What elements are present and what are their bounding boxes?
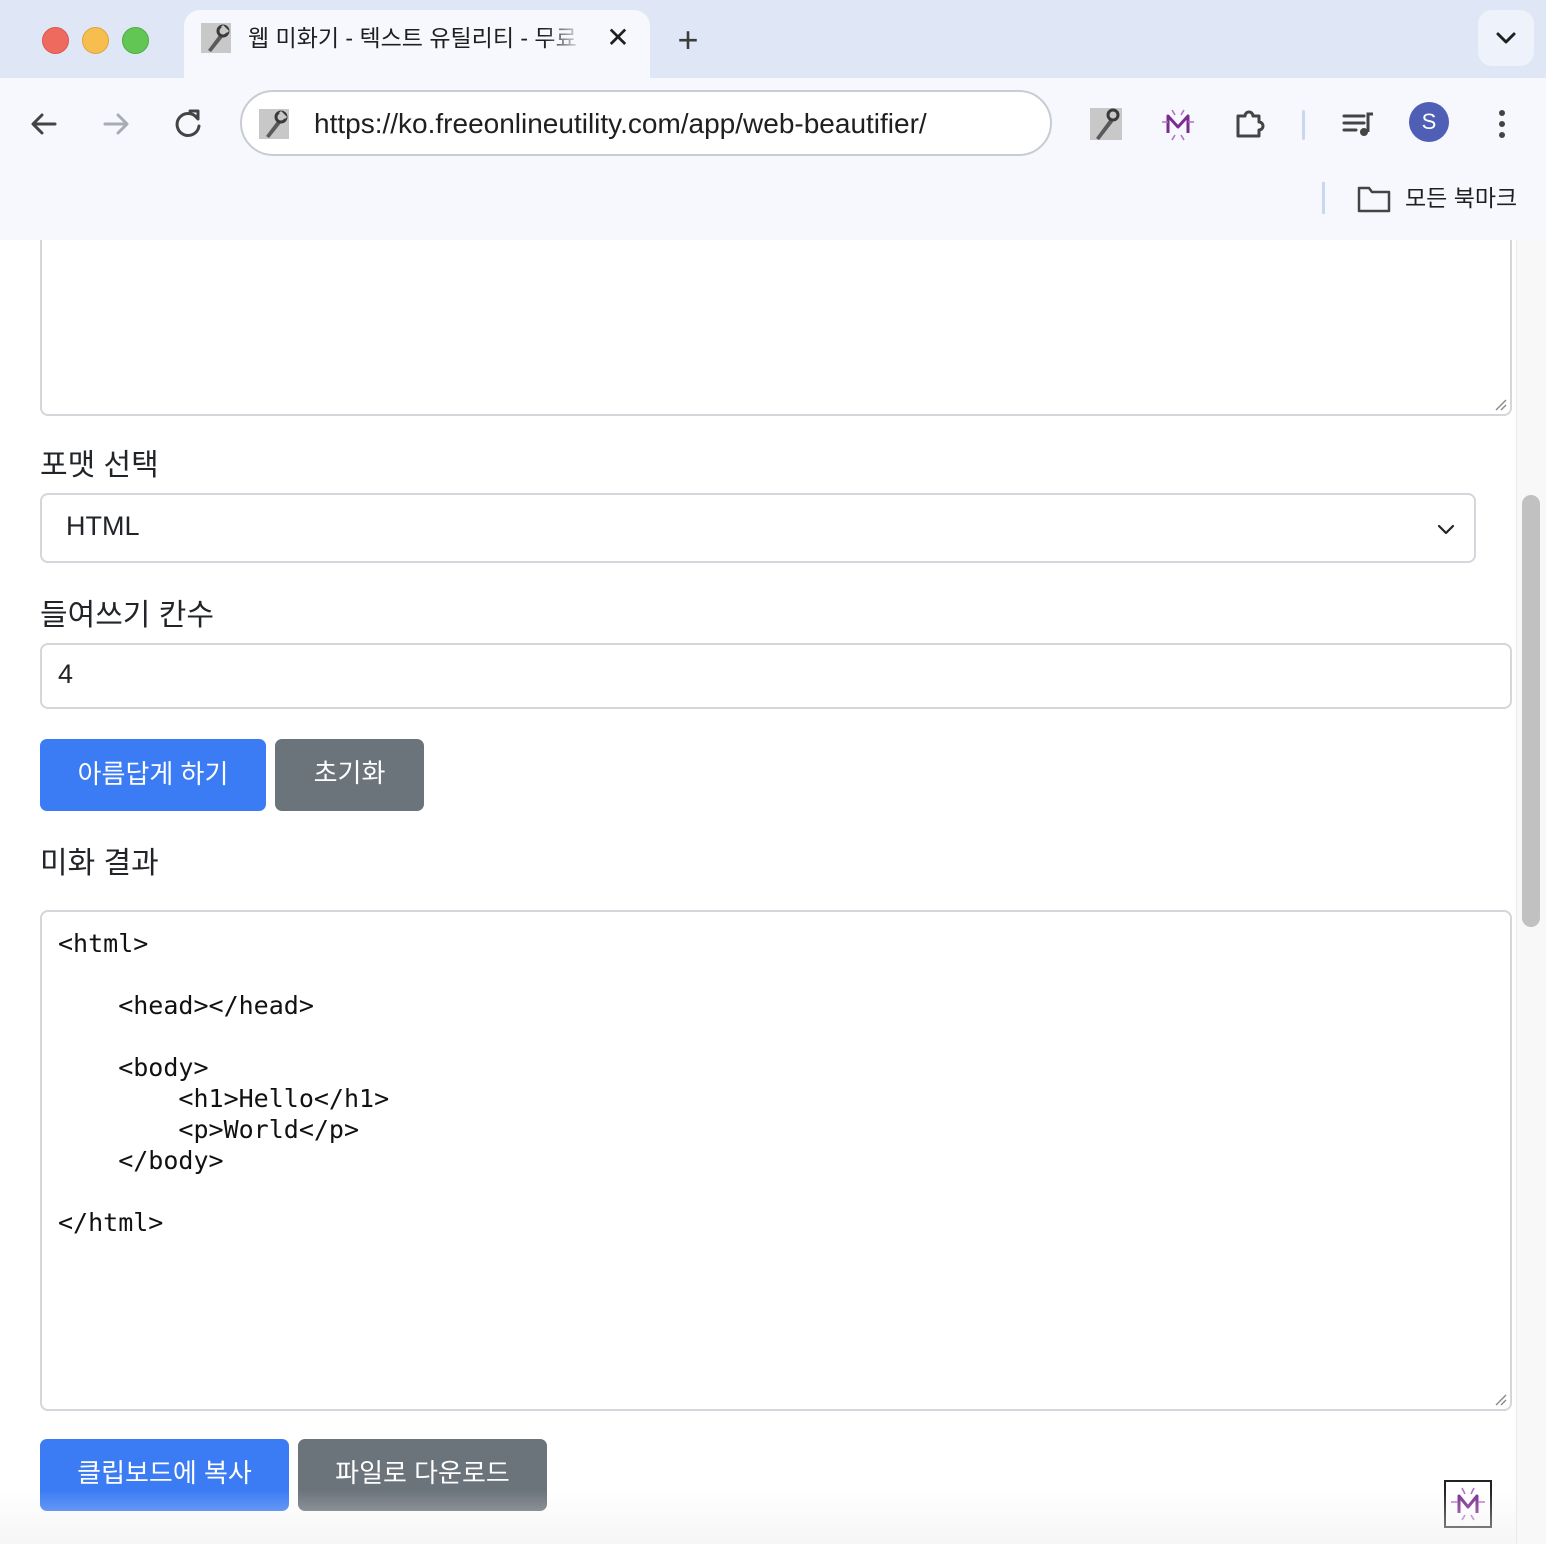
window-close-button[interactable]	[42, 27, 69, 54]
puzzle-extensions-icon[interactable]	[1228, 102, 1272, 146]
page-content: 포맷 선택 HTML 들여쓰기 칸수 4 아름답게 하기 초기화 미화 결과 <…	[0, 240, 1516, 1544]
resize-grip-icon[interactable]	[1493, 397, 1507, 411]
result-textarea[interactable]: <html> <head></head> <body> <h1>Hello</h…	[40, 910, 1512, 1411]
back-arrow-icon[interactable]	[22, 102, 66, 146]
address-url: https://ko.freeonlineutility.com/app/web…	[314, 108, 927, 139]
address-bar[interactable]: https://ko.freeonlineutility.com/app/web…	[240, 90, 1052, 156]
indent-input[interactable]: 4	[40, 643, 1512, 709]
reload-icon[interactable]	[166, 102, 210, 146]
scrollbar-thumb[interactable]	[1522, 495, 1540, 927]
browser-toolbar: https://ko.freeonlineutility.com/app/web…	[0, 78, 1546, 170]
format-label: 포맷 선택	[40, 449, 159, 482]
close-icon[interactable]: ✕	[602, 22, 634, 54]
bookmarks-separator	[1322, 182, 1325, 214]
chevron-down-icon	[1496, 32, 1516, 44]
format-select[interactable]: HTML	[40, 493, 1476, 563]
m-extension-icon[interactable]	[1156, 102, 1200, 146]
resize-grip-icon[interactable]	[1493, 1392, 1507, 1406]
copy-clipboard-button[interactable]: 클립보드에 복사	[40, 1439, 289, 1511]
source-textarea[interactable]	[40, 240, 1512, 416]
window-zoom-button[interactable]	[122, 27, 149, 54]
tab-active[interactable]: 웹 미화기 - 텍스트 유틸리티 - 무료 ✕	[184, 10, 650, 78]
wrench-icon	[259, 109, 289, 139]
tab-strip: 웹 미화기 - 텍스트 유틸리티 - 무료 ✕ +	[0, 0, 1546, 78]
browser-chrome: 웹 미화기 - 텍스트 유틸리티 - 무료 ✕ + https://ko.fre…	[0, 0, 1546, 241]
window-minimize-button[interactable]	[82, 27, 109, 54]
more-menu-icon[interactable]	[1480, 102, 1524, 146]
result-code: <html> <head></head> <body> <h1>Hello</h…	[58, 929, 390, 1237]
reset-button[interactable]: 초기화	[275, 739, 424, 811]
indent-input-value: 4	[58, 659, 74, 689]
wrench-icon	[201, 23, 231, 53]
tab-title: 웹 미화기 - 텍스트 유틸리티 - 무료	[248, 25, 577, 51]
tab-title-fade	[544, 18, 584, 58]
download-file-button[interactable]: 파일로 다운로드	[298, 1439, 547, 1511]
bookmarks-bar: 모든 북마크	[0, 170, 1546, 241]
wrench-extension-icon[interactable]	[1084, 102, 1128, 146]
chevron-down-icon	[1437, 524, 1455, 535]
result-label: 미화 결과	[40, 847, 159, 880]
new-tab-button[interactable]: +	[666, 20, 710, 60]
m-logo-icon-graphic	[1451, 1487, 1485, 1521]
media-playlist-icon[interactable]	[1336, 102, 1380, 146]
beautify-button[interactable]: 아름답게 하기	[40, 739, 266, 811]
toolbar-separator	[1302, 110, 1305, 140]
all-bookmarks-link[interactable]: 모든 북마크	[1405, 180, 1517, 216]
forward-arrow-icon[interactable]	[94, 102, 138, 146]
profile-avatar[interactable]: S	[1409, 102, 1449, 142]
tab-search-button[interactable]	[1478, 10, 1534, 66]
indent-label: 들여쓰기 칸수	[40, 599, 214, 632]
format-select-value: HTML	[66, 511, 140, 541]
m-logo-icon[interactable]	[1444, 1480, 1492, 1528]
folder-icon[interactable]	[1356, 184, 1392, 214]
